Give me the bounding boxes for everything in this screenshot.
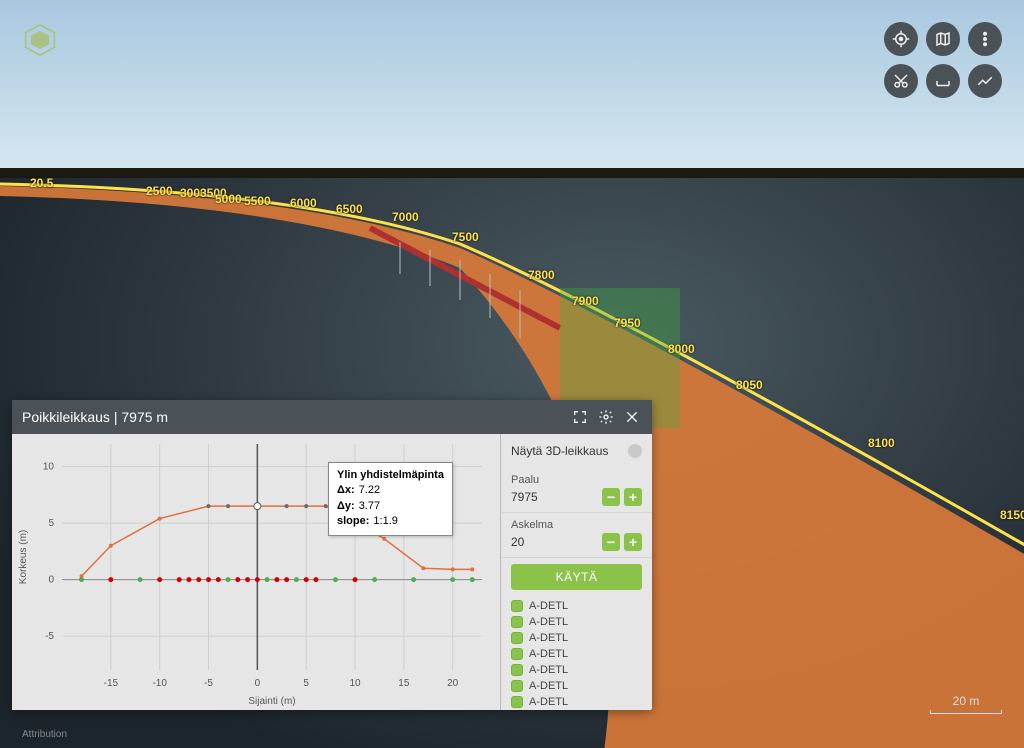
layer-checkbox[interactable] <box>511 664 523 676</box>
layer-checkbox[interactable] <box>511 616 523 628</box>
layer-row[interactable]: A-DETL <box>507 662 646 678</box>
svg-text:10: 10 <box>349 678 361 689</box>
fullscreen-icon[interactable] <box>570 407 590 427</box>
layer-label: A-DETL <box>529 616 568 628</box>
station-field-label: Paalu <box>511 474 642 486</box>
svg-text:-10: -10 <box>152 678 167 689</box>
svg-text:Korkeus (m): Korkeus (m) <box>18 530 29 584</box>
svg-text:15: 15 <box>398 678 410 689</box>
viewport: 20.5250030003500500055006000650070007500… <box>0 0 1024 748</box>
svg-text:-5: -5 <box>204 678 213 689</box>
profile-button[interactable] <box>968 64 1002 98</box>
svg-text:5: 5 <box>303 678 309 689</box>
svg-text:5: 5 <box>48 518 54 529</box>
layer-row[interactable]: A-DETL <box>507 678 646 694</box>
top-toolbar <box>884 22 1002 98</box>
layer-row[interactable]: A-DETL <box>507 646 646 662</box>
cross-section-chart[interactable]: -15 -10 -5 0 5 10 15 20 -5 0 5 10 Korkeus (m) Sijaint… <box>12 434 500 710</box>
svg-text:-15: -15 <box>104 678 119 689</box>
toggle3d-switch[interactable] <box>628 444 642 458</box>
app-logo[interactable] <box>22 22 58 58</box>
scalebar: 20 m <box>930 694 1002 714</box>
layer-label: A-DETL <box>529 632 568 644</box>
layer-checkbox[interactable] <box>511 632 523 644</box>
close-icon[interactable] <box>622 407 642 427</box>
layer-label: A-DETL <box>529 696 568 708</box>
layer-row[interactable]: A-DETL <box>507 598 646 614</box>
layer-label: A-DETL <box>529 600 568 612</box>
station-value: 7975 <box>511 490 598 504</box>
svg-text:10: 10 <box>43 462 55 473</box>
layer-checkbox[interactable] <box>511 680 523 692</box>
layer-list: A-DETL A-DETL A-DETL A-DETL A-DETL A-DETL A-DE… <box>501 596 652 710</box>
apply-button[interactable]: KÄYTÄ <box>511 564 642 590</box>
svg-text:Sijainti (m): Sijainti (m) <box>248 696 295 707</box>
layer-label: A-DETL <box>529 680 568 692</box>
map-button[interactable] <box>926 22 960 56</box>
panel-title: Poikkileikkaus | 7975 m <box>22 409 564 425</box>
step-field-label: Askelma <box>511 519 642 531</box>
chart-tooltip: Ylin yhdistelmäpinta Δx:7.22 Δy:3.77 slo… <box>328 462 453 536</box>
svg-text:20: 20 <box>447 678 459 689</box>
toggle3d-label: Näytä 3D-leikkaus <box>511 444 608 458</box>
step-plus-button[interactable]: + <box>624 533 642 551</box>
gear-icon[interactable] <box>596 407 616 427</box>
attribution-link[interactable]: Attribution <box>22 729 67 740</box>
layer-label: A-DETL <box>529 648 568 660</box>
ruler-button[interactable] <box>926 64 960 98</box>
layer-label: A-DETL <box>529 664 568 676</box>
station-minus-button[interactable]: − <box>602 488 620 506</box>
layer-row[interactable]: A-DETL <box>507 614 646 630</box>
step-minus-button[interactable]: − <box>602 533 620 551</box>
cross-section-panel: Poikkileikkaus | 7975 m -15 -10 -5 0 5 10 15 20… <box>12 400 652 710</box>
more-button[interactable] <box>968 22 1002 56</box>
locate-button[interactable] <box>884 22 918 56</box>
layer-row[interactable]: A-DETL <box>507 694 646 710</box>
layer-checkbox[interactable] <box>511 648 523 660</box>
layer-row[interactable]: A-DETL <box>507 630 646 646</box>
layer-checkbox[interactable] <box>511 696 523 708</box>
svg-text:0: 0 <box>255 678 261 689</box>
panel-sidebar: Näytä 3D-leikkaus Paalu 7975 − + Askelma… <box>500 434 652 710</box>
svg-text:0: 0 <box>48 575 54 586</box>
sky <box>0 0 1024 180</box>
panel-header[interactable]: Poikkileikkaus | 7975 m <box>12 400 652 434</box>
step-value: 20 <box>511 535 598 549</box>
svg-text:-5: -5 <box>45 631 54 642</box>
layer-checkbox[interactable] <box>511 600 523 612</box>
horizon <box>0 168 1024 178</box>
tooltip-title: Ylin yhdistelmäpinta <box>337 469 444 481</box>
cut-button[interactable] <box>884 64 918 98</box>
station-plus-button[interactable]: + <box>624 488 642 506</box>
